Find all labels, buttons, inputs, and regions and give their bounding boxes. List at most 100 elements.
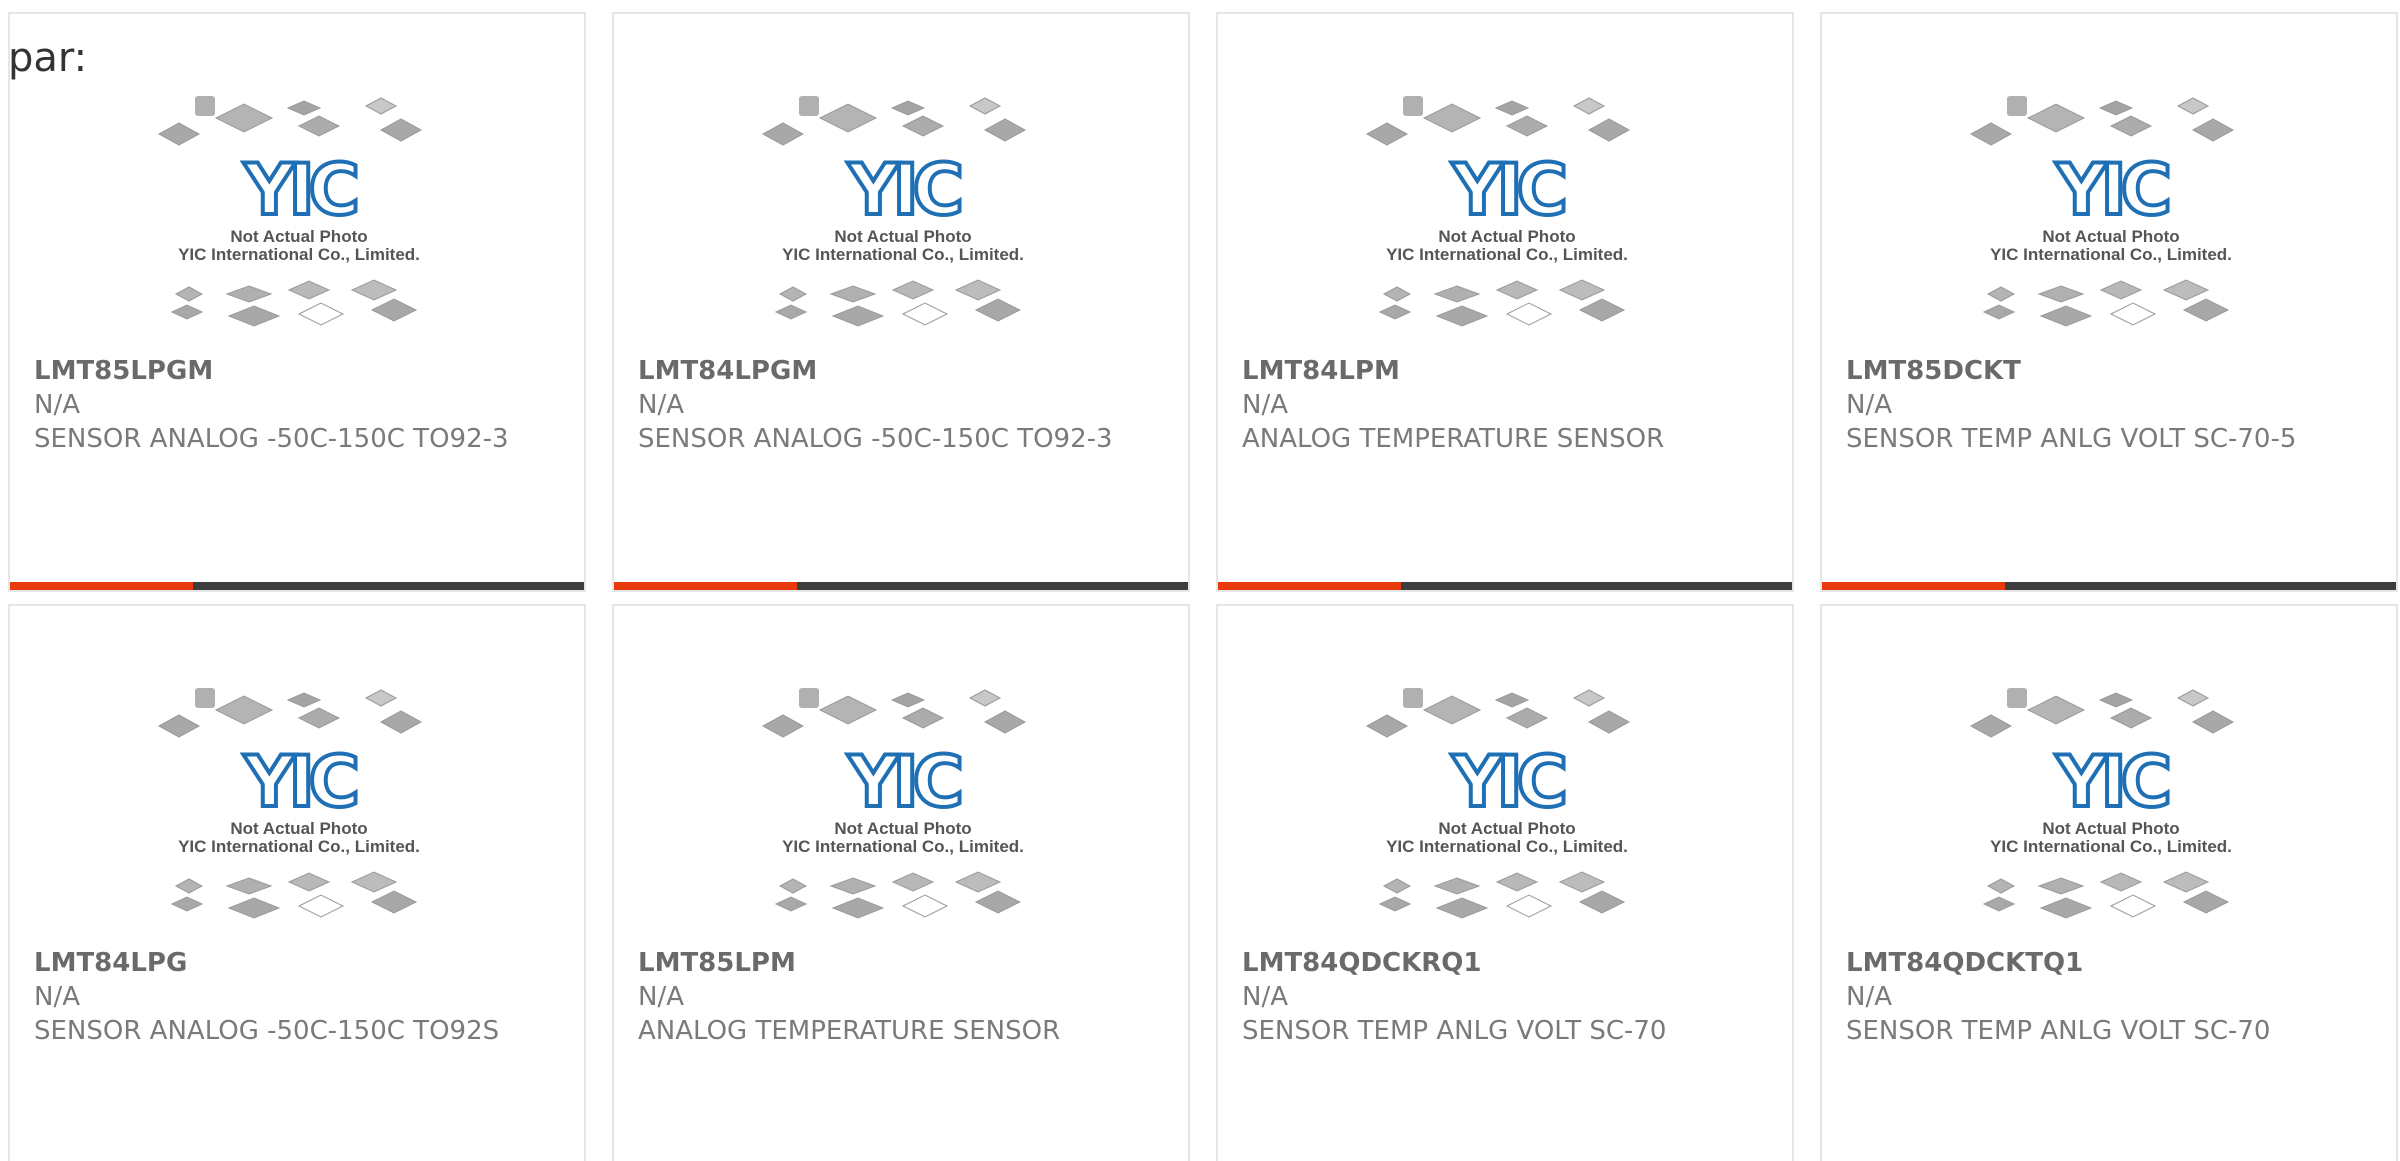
card-bottom-bar xyxy=(10,582,584,590)
chip-icon xyxy=(297,302,345,326)
chip-icon xyxy=(1505,707,1549,729)
chip-icon xyxy=(227,305,281,327)
chip-icon xyxy=(2109,115,2153,137)
product-card[interactable]: YIC Not Actual Photo YIC International Co.… xyxy=(612,604,1190,1161)
product-listing-page: par: YIC Not Actual Photo YIC Internationa… xyxy=(0,0,2400,1161)
chip-icon xyxy=(761,714,805,738)
chip-icon xyxy=(157,122,201,146)
chip-icon xyxy=(370,890,418,914)
product-card[interactable]: YIC Not Actual Photo YIC International Co.… xyxy=(1820,12,2398,592)
part-number-link[interactable]: LMT84QDCKRQ1 xyxy=(1242,946,1772,980)
chip-icon xyxy=(2037,877,2085,895)
manufacturer: N/A xyxy=(1242,982,1288,1012)
chip-icon xyxy=(1969,714,2013,738)
chip-icon xyxy=(954,871,1002,893)
chip-icon xyxy=(1578,298,1626,322)
product-card[interactable]: YIC Not Actual Photo YIC International Co.… xyxy=(1216,604,1794,1161)
product-info: LMT84LPM N/A ANALOG TEMPERATURE SENSOR xyxy=(1242,354,1772,456)
part-number-link[interactable]: LMT85LPM xyxy=(638,946,1168,980)
product-info: LMT84LPGM N/A SENSOR ANALOG -50C-150C TO… xyxy=(638,354,1168,456)
chip-icon xyxy=(2162,871,2210,893)
chip-icon xyxy=(901,115,945,137)
chip-collage-graphic: YICNot Actual PhotoYIC International Co.… xyxy=(157,688,423,919)
chip-icon xyxy=(214,103,274,133)
product-card[interactable]: YIC Not Actual Photo YIC International Co.… xyxy=(8,604,586,1161)
chip-icon xyxy=(818,103,878,133)
part-number-link[interactable]: LMT85DCKT xyxy=(1846,354,2376,388)
product-card[interactable]: YIC Not Actual Photo YIC International Co.… xyxy=(612,12,1190,592)
chip-icon xyxy=(1365,122,1409,146)
part-number-link[interactable]: LMT84LPGM xyxy=(638,354,1168,388)
yic-logo: YIC xyxy=(2055,741,2168,823)
chip-icon xyxy=(287,280,331,300)
chip-icon xyxy=(379,710,423,734)
part-number-link[interactable]: LMT85LPGM xyxy=(34,354,564,388)
part-number-link[interactable]: LMT84LPM xyxy=(1242,354,1772,388)
chip-icon xyxy=(174,878,204,894)
chip-icon xyxy=(297,115,341,137)
description: SENSOR TEMP ANLG VOLT SC-70-5 xyxy=(1846,424,2297,454)
company-caption: YIC International Co., Limited. xyxy=(178,245,420,264)
chip-icon xyxy=(2182,890,2230,914)
product-card[interactable]: YIC Not Actual Photo YIC International Co.… xyxy=(1820,604,2398,1161)
chip-icon xyxy=(831,305,885,327)
chip-icon xyxy=(901,707,945,729)
yic-logo: YIC xyxy=(243,149,356,231)
chip-icon xyxy=(1403,688,1423,708)
chip-icon xyxy=(983,118,1027,142)
not-actual-photo-caption: Not Actual Photo xyxy=(2042,819,2179,838)
yic-logo: YIC xyxy=(1451,741,1564,823)
chip-icon xyxy=(364,97,398,115)
manufacturer: N/A xyxy=(638,982,684,1012)
chip-icon xyxy=(225,285,273,303)
chip-icon xyxy=(891,872,935,892)
chip-icon xyxy=(287,872,331,892)
chip-icon xyxy=(901,894,949,918)
chip-icon xyxy=(774,896,808,912)
chip-icon xyxy=(2098,100,2134,116)
chip-icon xyxy=(350,279,398,301)
description: SENSOR ANALOG -50C-150C TO92S xyxy=(34,1016,500,1046)
chip-icon xyxy=(1433,877,1481,895)
chip-icon xyxy=(2109,302,2157,326)
company-caption: YIC International Co., Limited. xyxy=(1990,245,2232,264)
card-bar-accent xyxy=(1218,582,1401,590)
not-actual-photo-image: YIC Not Actual Photo YIC International Co.… xyxy=(1822,686,2396,946)
par-label: par: xyxy=(8,35,88,81)
chip-icon xyxy=(1435,305,1489,327)
chip-icon xyxy=(799,688,819,708)
chip-icon xyxy=(350,871,398,893)
manufacturer: N/A xyxy=(638,390,684,420)
not-actual-photo-image: YIC Not Actual Photo YIC International Co.… xyxy=(614,686,1188,946)
card-bottom-bar xyxy=(1218,582,1792,590)
product-card[interactable]: YIC Not Actual Photo YIC International Co.… xyxy=(1216,12,1794,592)
part-number-link[interactable]: LMT84LPG xyxy=(34,946,564,980)
chip-icon xyxy=(2098,692,2134,708)
part-number-link[interactable]: LMT84QDCKTQ1 xyxy=(1846,946,2376,980)
yic-logo: YIC xyxy=(2055,149,2168,231)
chip-icon xyxy=(1495,872,1539,892)
manufacturer: N/A xyxy=(1242,390,1288,420)
chip-icon xyxy=(195,96,215,116)
description: SENSOR TEMP ANLG VOLT SC-70 xyxy=(1846,1016,2271,1046)
not-actual-photo-image: YIC Not Actual Photo YIC International Co.… xyxy=(1822,94,2396,354)
card-bottom-bar xyxy=(614,582,1188,590)
chip-icon xyxy=(778,286,808,302)
chip-icon xyxy=(2176,97,2210,115)
yic-logo: YIC xyxy=(1451,149,1564,231)
chip-icon xyxy=(954,279,1002,301)
yic-logo: YIC xyxy=(847,149,960,231)
product-card[interactable]: YIC Not Actual Photo YIC International Co.… xyxy=(8,12,586,592)
description: SENSOR TEMP ANLG VOLT SC-70 xyxy=(1242,1016,1667,1046)
product-info: LMT85DCKT N/A SENSOR TEMP ANLG VOLT SC-7… xyxy=(1846,354,2376,456)
chip-icon xyxy=(831,897,885,919)
chip-icon xyxy=(170,304,204,320)
chip-icon xyxy=(297,707,341,729)
chip-icon xyxy=(225,877,273,895)
company-caption: YIC International Co., Limited. xyxy=(1386,837,1628,856)
not-actual-photo-image: YIC Not Actual Photo YIC International Co.… xyxy=(614,94,1188,354)
chip-icon xyxy=(2191,710,2235,734)
chip-icon xyxy=(2007,688,2027,708)
chip-collage-graphic: YICNot Actual PhotoYIC International Co.… xyxy=(1969,688,2235,919)
chip-icon xyxy=(974,890,1022,914)
